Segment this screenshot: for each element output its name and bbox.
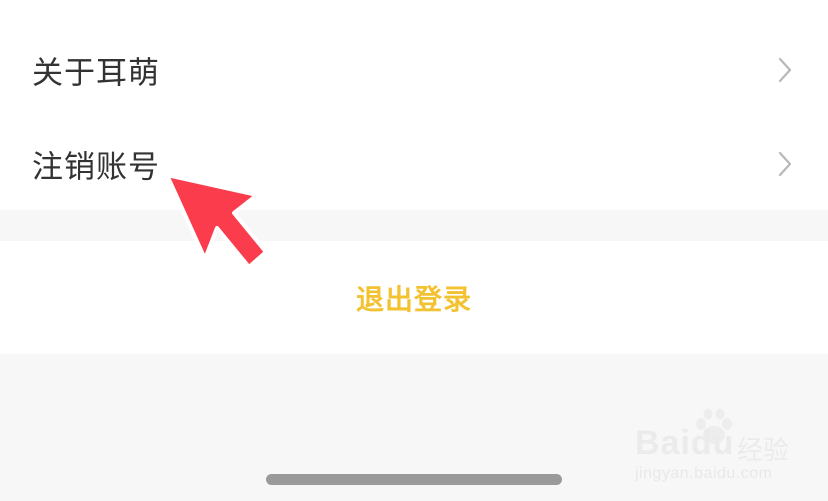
watermark-suffix: 经验 [737, 436, 790, 466]
watermark-brand: Baidu [635, 424, 735, 462]
logout-button[interactable]: 退出登录 [0, 241, 828, 354]
menu-item-about-ermeng[interactable]: 关于耳萌 [0, 23, 828, 117]
watermark-url: jingyan.baidu.com [635, 465, 773, 482]
menu-item-label: 关于耳萌 [32, 55, 160, 92]
chevron-right-icon [778, 151, 792, 177]
red-arrow-pointer-icon [165, 173, 268, 268]
chevron-right-icon [778, 57, 792, 83]
settings-menu-card: 关于耳萌 注销账号 [0, 0, 828, 210]
settings-screen: 关于耳萌 注销账号 退出登录 Baidu 经验 jingyan.baidu.co… [0, 0, 828, 501]
logout-card: 退出登录 [0, 241, 828, 354]
section-divider [0, 210, 828, 241]
baidu-jingyan-watermark: Baidu 经验 jingyan.baidu.com [633, 408, 808, 488]
home-indicator[interactable] [266, 474, 562, 485]
menu-item-cancel-account[interactable]: 注销账号 [0, 117, 828, 211]
logout-label: 退出登录 [355, 282, 473, 316]
menu-item-label: 注销账号 [32, 149, 160, 186]
